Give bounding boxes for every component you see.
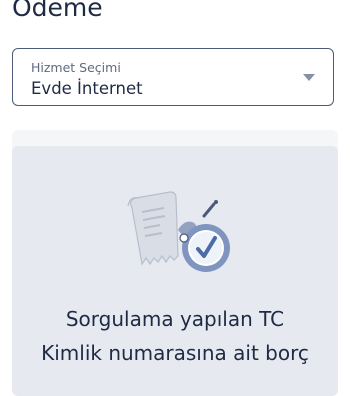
service-select-value: Evde İnternet — [31, 79, 143, 98]
notice-line-2: Kimlik numarasına ait borç — [41, 341, 309, 365]
receipt-icon — [127, 191, 179, 266]
service-select-label: Hizmet Seçimi — [31, 60, 121, 75]
receipt-checkmark-illustration — [127, 191, 230, 272]
chevron-down-icon[interactable] — [303, 74, 315, 81]
page-title: Ödeme — [12, 0, 103, 22]
service-select[interactable]: Hizmet Seçimi Evde İnternet — [12, 48, 334, 106]
notice-line-1: Sorgulama yapılan TC — [65, 307, 285, 331]
checkmark-badge-icon — [182, 224, 230, 272]
notice-message: Sorgulama yapılan TC Kimlik numarasına a… — [12, 302, 338, 370]
